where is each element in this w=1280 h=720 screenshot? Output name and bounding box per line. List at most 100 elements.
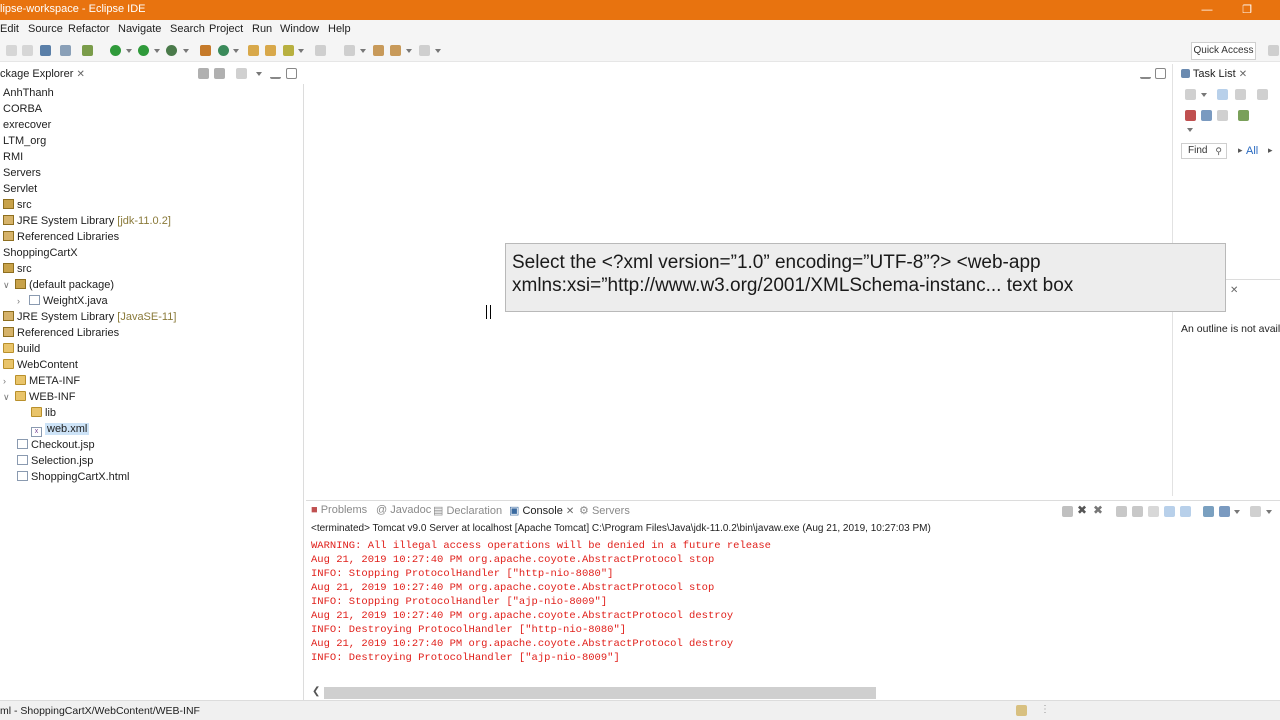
tree-item-src[interactable]: src	[3, 197, 32, 213]
forward-icon[interactable]	[419, 45, 430, 56]
close-icon[interactable]: ✕	[1230, 285, 1238, 296]
external-tools-dropdown-icon[interactable]	[183, 49, 189, 53]
tree-item-ltm-org[interactable]: LTM_org	[3, 133, 46, 149]
quick-access-field[interactable]: Quick Access	[1191, 42, 1256, 60]
search-dropdown-icon[interactable]	[298, 49, 304, 53]
tree-item-meta-inf[interactable]: › META-INF	[3, 373, 80, 389]
coverage-dropdown-icon[interactable]	[154, 49, 160, 53]
tab-problems[interactable]: ■ Problems	[311, 504, 367, 516]
back-dropdown-icon[interactable]	[406, 49, 412, 53]
tree-item-rmi[interactable]: RMI	[3, 149, 23, 165]
annotation-prev-icon[interactable]	[344, 45, 355, 56]
close-icon[interactable]: ✕	[1239, 69, 1247, 80]
chevron-down-icon[interactable]: ∨	[3, 277, 15, 293]
focus-task-icon[interactable]	[1201, 110, 1212, 121]
horizontal-scrollbar[interactable]	[324, 687, 876, 699]
open-console-dropdown-icon[interactable]	[1266, 510, 1272, 514]
menu-help[interactable]: Help	[328, 23, 351, 35]
search-icon[interactable]	[283, 45, 294, 56]
tree-item-referenced-libraries[interactable]: Referenced Libraries	[3, 229, 119, 245]
skip-breakpoints-icon[interactable]	[60, 45, 71, 56]
minimize-editor-icon[interactable]	[1140, 68, 1151, 79]
forward-dropdown-icon[interactable]	[435, 49, 441, 53]
display-console-icon[interactable]	[1219, 506, 1230, 517]
tree-item-jre-library[interactable]: JRE System Library [jdk-11.0.2]	[3, 213, 171, 229]
tree-item-shoppingcartx-html[interactable]: ShoppingCartX.html	[17, 469, 129, 485]
tree-item-servlet[interactable]: Servlet	[3, 181, 37, 197]
external-tools-icon[interactable]	[166, 45, 177, 56]
run-dropdown-icon[interactable]	[126, 49, 132, 53]
terminal-icon[interactable]	[40, 45, 51, 56]
maximize-editor-icon[interactable]	[1155, 68, 1166, 79]
tree-item-exrecover[interactable]: exrecover	[3, 117, 51, 133]
tree-item-servers[interactable]: Servers	[3, 165, 41, 181]
menu-source[interactable]: Source	[28, 23, 63, 35]
task-list-tab[interactable]: Task List ✕	[1181, 68, 1247, 80]
maximize-icon[interactable]: ❐	[1236, 1, 1258, 19]
categorized-icon[interactable]	[1217, 89, 1228, 100]
new-java-icon[interactable]	[218, 45, 229, 56]
menu-project[interactable]: Project	[209, 23, 243, 35]
show-stderr-icon[interactable]	[1180, 506, 1191, 517]
chevron-down-icon[interactable]: ∨	[3, 389, 15, 405]
tab-servers[interactable]: ⚙ Servers	[579, 504, 630, 517]
back-icon[interactable]	[390, 45, 401, 56]
tree-item-corba[interactable]: CORBA	[3, 101, 42, 117]
tab-declaration[interactable]: ▤ Declaration	[433, 504, 502, 517]
minimize-icon[interactable]: —	[1196, 1, 1218, 19]
menu-refactor[interactable]: Refactor	[68, 23, 110, 35]
menu-search[interactable]: Search	[170, 23, 205, 35]
tree-item-weightx-java[interactable]: › WeightX.java	[17, 293, 108, 309]
menu-run[interactable]: Run	[252, 23, 272, 35]
menu-window[interactable]: Window	[280, 23, 319, 35]
collapse-all-icon[interactable]	[198, 68, 209, 79]
coverage-icon[interactable]	[138, 45, 149, 56]
tree-item-build[interactable]: build	[3, 341, 40, 357]
tree-item-web-inf[interactable]: ∨ WEB-INF	[3, 389, 75, 405]
presentation-icon[interactable]	[1238, 110, 1249, 121]
tree-item-selection-jsp[interactable]: Selection.jsp	[17, 453, 93, 469]
task-view-menu-icon[interactable]	[1187, 128, 1193, 132]
maximize-view-icon[interactable]	[286, 68, 297, 79]
collapse-icon[interactable]	[1217, 110, 1228, 121]
annotation-next-icon[interactable]	[315, 45, 326, 56]
tab-console[interactable]: ▣ Console ✕	[509, 504, 574, 517]
run-icon[interactable]	[110, 45, 121, 56]
scroll-left-icon[interactable]: ❮	[312, 686, 320, 697]
new-task-dropdown-icon[interactable]	[1201, 93, 1207, 97]
tree-item-lib[interactable]: lib	[31, 405, 56, 421]
pin-console-icon[interactable]	[1203, 506, 1214, 517]
last-edit-icon[interactable]	[373, 45, 384, 56]
new-task-icon[interactable]	[1185, 89, 1196, 100]
tree-item-webcontent[interactable]: WebContent	[3, 357, 78, 373]
save-icon[interactable]	[22, 45, 33, 56]
remove-launch-icon[interactable]: ✖	[1077, 503, 1087, 517]
focus-icon[interactable]	[236, 68, 247, 79]
open-task-icon[interactable]	[265, 45, 276, 56]
minimize-view-icon[interactable]	[270, 68, 281, 79]
tree-item-src[interactable]: src	[3, 261, 32, 277]
tree-item-shoppingcartx[interactable]: ShoppingCartX	[3, 245, 78, 261]
remove-all-icon[interactable]: ✖	[1093, 503, 1103, 517]
terminate-icon[interactable]	[1062, 506, 1073, 517]
new-icon[interactable]	[6, 45, 17, 56]
clear-console-icon[interactable]	[1116, 506, 1127, 517]
menu-navigate[interactable]: Navigate	[118, 23, 161, 35]
view-menu-icon[interactable]	[256, 72, 262, 76]
show-stdout-icon[interactable]	[1164, 506, 1175, 517]
chevron-right-icon[interactable]: ›	[17, 293, 29, 309]
word-wrap-icon[interactable]	[1148, 506, 1159, 517]
link-editor-icon[interactable]	[214, 68, 225, 79]
tab-javadoc[interactable]: @ Javadoc	[376, 504, 431, 516]
tree-item-checkout-jsp[interactable]: Checkout.jsp	[17, 437, 95, 453]
perspective-icon[interactable]	[1268, 45, 1279, 56]
tree-item-web-xml[interactable]: x web.xml	[31, 421, 90, 437]
scheduled-icon[interactable]	[1235, 89, 1246, 100]
new-java-dropdown-icon[interactable]	[233, 49, 239, 53]
close-icon[interactable]: ✕	[76, 69, 84, 80]
display-console-dropdown-icon[interactable]	[1234, 510, 1240, 514]
tree-item-default-package[interactable]: ∨ (default package)	[3, 277, 114, 293]
debug-icon[interactable]	[82, 45, 93, 56]
sync-icon[interactable]	[1257, 89, 1268, 100]
new-server-icon[interactable]	[200, 45, 211, 56]
